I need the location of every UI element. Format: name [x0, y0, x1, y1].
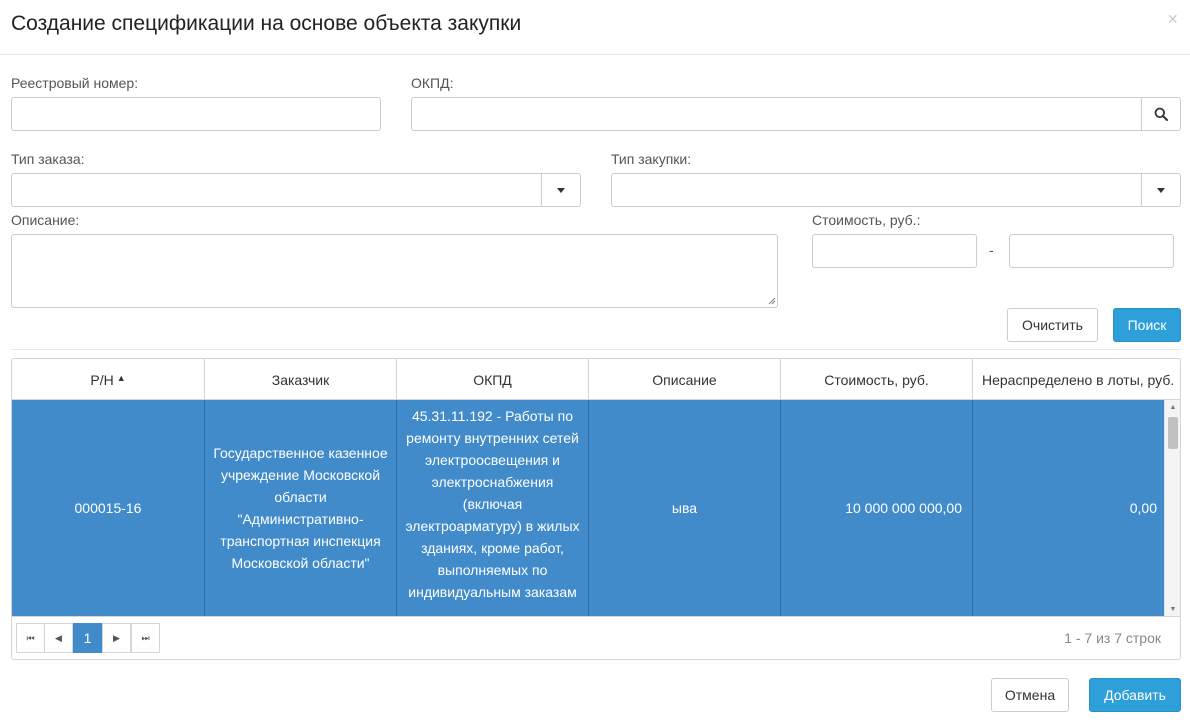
- next-page-icon[interactable]: ▶: [102, 623, 131, 653]
- column-header-unallocated[interactable]: Нераспределено в лоты, руб.: [973, 359, 1180, 399]
- grid-body: 000015-16 Государственное казенное учреж…: [12, 400, 1164, 616]
- close-icon[interactable]: ×: [1167, 9, 1178, 30]
- sort-ascending-icon: ▲: [116, 372, 126, 383]
- column-header-okpd[interactable]: ОКПД: [397, 359, 589, 399]
- order-type-select[interactable]: [11, 173, 542, 207]
- caret-down-icon: [1157, 187, 1165, 193]
- add-button[interactable]: Добавить: [1089, 678, 1181, 712]
- cell-unallocated: 0,00: [1129, 500, 1157, 516]
- pager: ⏮ ◀ 1 ▶ ⏭ 1 - 7 из 7 строк: [12, 616, 1180, 659]
- column-header-description[interactable]: Описание: [589, 359, 781, 399]
- scroll-up-icon[interactable]: ▲: [1165, 400, 1180, 414]
- prev-page-icon[interactable]: ◀: [44, 623, 73, 653]
- purchase-type-label: Тип закупки:: [611, 151, 692, 167]
- scroll-down-icon[interactable]: ▼: [1165, 602, 1180, 616]
- purchase-type-dropdown-toggle[interactable]: [1141, 173, 1181, 207]
- column-header-cost[interactable]: Стоимость, руб.: [781, 359, 973, 399]
- cell-description: ыва: [589, 400, 781, 616]
- page-number-button[interactable]: 1: [73, 623, 102, 653]
- vertical-scrollbar[interactable]: ▲ ▼: [1164, 400, 1180, 616]
- pager-info: 1 - 7 из 7 строк: [1064, 630, 1161, 646]
- last-page-icon[interactable]: ⏭: [131, 623, 160, 653]
- okpd-input[interactable]: [411, 97, 1142, 131]
- modal-header: Создание спецификации на основе объекта …: [0, 0, 1190, 55]
- cancel-button[interactable]: Отмена: [991, 678, 1069, 712]
- purchase-type-select[interactable]: [611, 173, 1142, 207]
- search-icon: [1154, 107, 1168, 121]
- cost-label: Стоимость, руб.:: [812, 212, 921, 228]
- registry-number-input[interactable]: [11, 97, 381, 131]
- description-textarea[interactable]: [11, 234, 778, 308]
- cell-customer: Государственное казенное учреждение Моск…: [205, 400, 397, 616]
- scrollbar-thumb[interactable]: [1168, 417, 1178, 449]
- cost-from-input[interactable]: [812, 234, 977, 268]
- cost-range-separator: -: [989, 242, 994, 258]
- order-type-label: Тип заказа:: [11, 151, 85, 167]
- modal-title: Создание спецификации на основе объекта …: [11, 12, 522, 35]
- cell-reg-number: 000015-16: [12, 400, 205, 616]
- cell-cost: 10 000 000 000,00: [781, 400, 973, 616]
- caret-down-icon: [557, 187, 565, 193]
- okpd-search-button[interactable]: [1141, 97, 1181, 131]
- cost-to-input[interactable]: [1009, 234, 1174, 268]
- registry-number-label: Реестровый номер:: [11, 75, 139, 91]
- results-grid: Р/Н ▲ Заказчик ОКПД Описание Стоимость, р…: [11, 358, 1181, 660]
- column-header-reg-number[interactable]: Р/Н ▲: [12, 359, 205, 399]
- search-button[interactable]: Поиск: [1113, 308, 1181, 342]
- order-type-dropdown-toggle[interactable]: [541, 173, 581, 207]
- clear-button[interactable]: Очистить: [1007, 308, 1098, 342]
- okpd-label: ОКПД:: [411, 75, 454, 91]
- description-label: Описание:: [11, 212, 80, 228]
- divider: [11, 349, 1181, 350]
- grid-header: Р/Н ▲ Заказчик ОКПД Описание Стоимость, р…: [12, 359, 1180, 400]
- resize-grip-icon[interactable]: [768, 297, 776, 305]
- first-page-icon[interactable]: ⏮: [16, 623, 45, 653]
- cell-okpd: 45.31.11.192 - Работы по ремонту внутрен…: [397, 400, 589, 616]
- column-header-customer[interactable]: Заказчик: [205, 359, 397, 399]
